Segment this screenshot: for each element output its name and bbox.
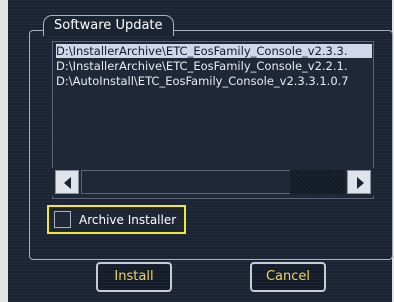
archive-installer-checkbox[interactable] (54, 211, 71, 228)
scroll-right-button[interactable] (347, 170, 371, 194)
arrow-right-icon (357, 177, 364, 189)
software-update-panel: Software Update D:\InstallerArchive\ETC_… (8, 0, 393, 302)
scroll-left-button[interactable] (55, 170, 79, 194)
list-item[interactable]: D:\InstallerArchive\ETC_EosFamily_Consol… (56, 59, 372, 73)
install-button[interactable]: Install (96, 262, 172, 292)
list-item[interactable]: D:\InstallerArchive\ETC_EosFamily_Consol… (56, 44, 372, 58)
archive-installer-option[interactable]: Archive Installer (47, 205, 186, 234)
group-title: Software Update (43, 15, 174, 36)
archive-installer-label: Archive Installer (79, 213, 177, 227)
horizontal-scrollbar[interactable] (52, 168, 374, 196)
cancel-button[interactable]: Cancel (250, 262, 326, 292)
list-item[interactable]: D:\AutoInstall\ETC_EosFamily_Console_v2.… (56, 74, 372, 88)
arrow-left-icon (64, 177, 71, 189)
scroll-thumb[interactable] (290, 170, 345, 194)
